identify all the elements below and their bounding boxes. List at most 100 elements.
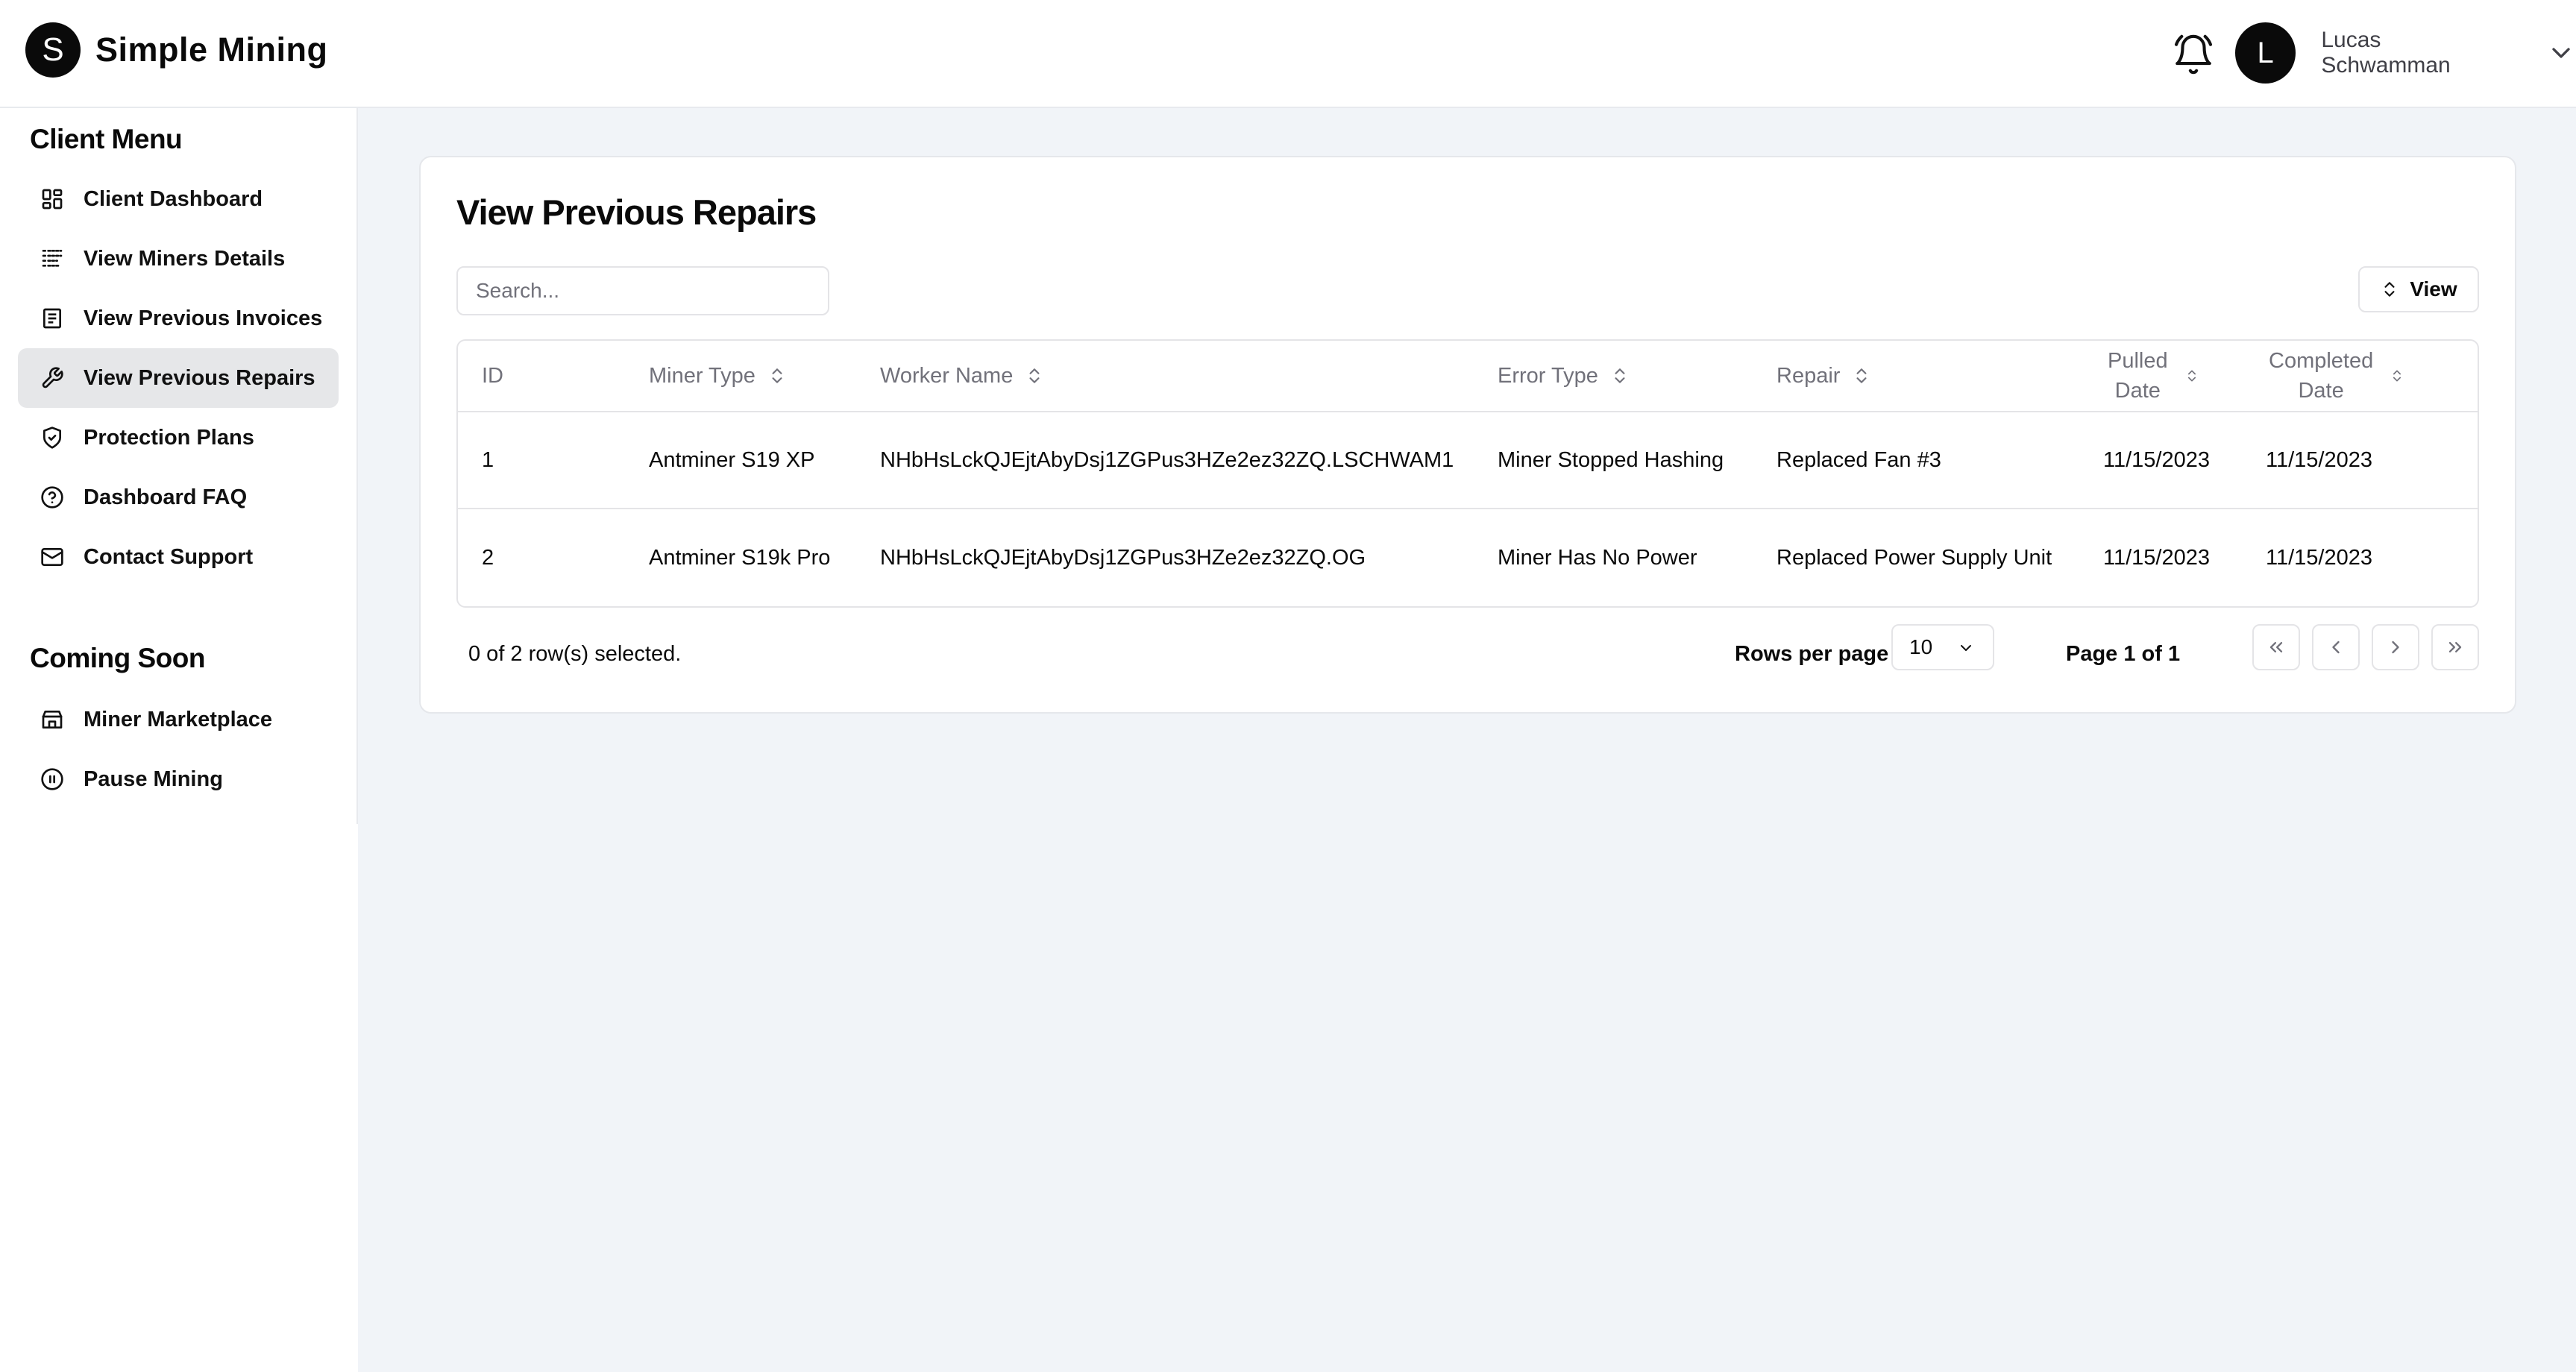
cell-pulled-date: 11/15/2023 xyxy=(2103,545,2210,570)
sort-icon[interactable] xyxy=(2390,368,2404,383)
cell-repair: Replaced Fan #3 xyxy=(1777,447,1941,472)
first-page-button[interactable] xyxy=(2252,624,2300,670)
sidebar-item-pause-mining[interactable]: Pause Mining xyxy=(18,749,339,809)
column-header-label: Worker Name xyxy=(880,363,1014,388)
main-content: View Previous Repairs View ID Miner Type xyxy=(358,108,2576,1372)
column-header-worker-name[interactable]: Worker Name xyxy=(880,341,1044,411)
dashboard-grid-icon xyxy=(40,187,64,211)
column-header-label: Completed Date xyxy=(2269,346,2373,406)
column-header-label: Repair xyxy=(1777,363,1841,388)
sidebar: Client Menu Client Dashboard View Miners… xyxy=(0,108,358,824)
previous-page-button[interactable] xyxy=(2312,624,2360,670)
sidebar-item-label: Pause Mining xyxy=(84,767,223,791)
header-line: Date xyxy=(2114,379,2161,403)
sidebar-item-label: Protection Plans xyxy=(84,425,254,450)
sort-icon[interactable] xyxy=(767,366,787,386)
chevron-right-icon xyxy=(2392,641,2399,654)
sidebar-item-previous-repairs[interactable]: View Previous Repairs xyxy=(18,348,339,408)
chevrons-up-down-icon xyxy=(2384,282,2395,297)
page-title: View Previous Repairs xyxy=(456,192,817,232)
sidebar-item-contact-support[interactable]: Contact Support xyxy=(18,527,339,587)
view-button-label: View xyxy=(2410,277,2457,300)
sort-icon[interactable] xyxy=(1852,366,1871,386)
cell-miner-type: Antminer S19k Pro xyxy=(649,545,831,570)
sidebar-item-label: View Miners Details xyxy=(84,246,286,271)
chevrons-right-icon xyxy=(2448,642,2462,652)
store-icon xyxy=(40,708,64,731)
coming-soon-title: Coming Soon xyxy=(30,643,205,673)
cell-repair: Replaced Power Supply Unit xyxy=(1777,545,2052,570)
column-header-error-type[interactable]: Error Type xyxy=(1498,341,1630,411)
chevron-left-icon xyxy=(2332,641,2340,654)
shield-check-icon xyxy=(40,426,64,450)
chevrons-left-icon xyxy=(2269,642,2283,652)
brand-name: Simple Mining xyxy=(95,31,328,69)
mail-icon xyxy=(40,545,64,569)
sidebar-item-label: Miner Marketplace xyxy=(84,707,273,731)
rows-per-page-select[interactable]: 10 xyxy=(1891,624,1994,670)
next-page-button[interactable] xyxy=(2372,624,2419,670)
column-header-label: Pulled Date xyxy=(2108,346,2168,406)
column-header-label: Error Type xyxy=(1498,363,1598,388)
sidebar-item-miners-details[interactable]: View Miners Details xyxy=(18,229,339,289)
chevron-down-icon[interactable] xyxy=(2546,38,2576,68)
top-header: S Simple Mining L Lucas Schwamman xyxy=(0,0,2576,108)
sidebar-item-label: Contact Support xyxy=(84,544,254,569)
table-row[interactable]: 1 Antminer S19 XP NHbHsLckQJEjtAbyDsj1ZG… xyxy=(458,412,2478,509)
help-circle-icon xyxy=(40,485,64,509)
wrench-icon xyxy=(40,366,64,390)
avatar: L xyxy=(2235,22,2296,84)
chevron-down-icon xyxy=(1961,645,1971,651)
page-indicator: Page 1 of 1 xyxy=(2066,642,2181,666)
cell-worker-name: NHbHsLckQJEjtAbyDsj1ZGPus3HZe2ez32ZQ.LSC… xyxy=(880,447,1454,472)
sort-icon[interactable] xyxy=(1610,366,1630,386)
rows-per-page-label: Rows per page xyxy=(1735,642,1889,666)
sidebar-item-label: View Previous Invoices xyxy=(84,306,323,330)
cell-miner-type: Antminer S19 XP xyxy=(649,447,815,472)
repairs-card: View Previous Repairs View ID Miner Type xyxy=(419,156,2516,714)
column-header-id: ID xyxy=(482,363,503,388)
last-page-button[interactable] xyxy=(2431,624,2479,670)
column-header-label: Miner Type xyxy=(649,363,755,388)
invoice-icon xyxy=(40,306,64,330)
sort-icon[interactable] xyxy=(1025,366,1044,386)
cell-completed-date: 11/15/2023 xyxy=(2266,447,2372,472)
header-line: Pulled xyxy=(2108,349,2168,373)
cell-completed-date: 11/15/2023 xyxy=(2266,545,2372,570)
user-menu[interactable]: L Lucas Schwamman xyxy=(2235,22,2576,84)
cell-pulled-date: 11/15/2023 xyxy=(2103,447,2210,472)
column-header-pulled-date[interactable]: Pulled Date xyxy=(2108,341,2199,411)
client-menu-title: Client Menu xyxy=(30,124,183,154)
sidebar-item-protection-plans[interactable]: Protection Plans xyxy=(18,408,339,468)
view-options-button[interactable]: View xyxy=(2358,266,2479,312)
logo-mark: S xyxy=(25,22,81,78)
header-line: Date xyxy=(2298,379,2344,403)
header-line: Completed xyxy=(2269,349,2374,373)
column-header-completed-date[interactable]: Completed Date xyxy=(2269,341,2404,411)
sidebar-item-client-dashboard[interactable]: Client Dashboard xyxy=(18,169,339,229)
sidebar-item-dashboard-faq[interactable]: Dashboard FAQ xyxy=(18,468,339,527)
cell-error-type: Miner Stopped Hashing xyxy=(1498,447,1724,472)
cell-id: 1 xyxy=(482,447,494,472)
table-row[interactable]: 2 Antminer S19k Pro NHbHsLckQJEjtAbyDsj1… xyxy=(458,509,2478,606)
sidebar-item-label: View Previous Repairs xyxy=(84,365,315,390)
sort-icon[interactable] xyxy=(2184,368,2199,383)
column-header-miner-type[interactable]: Miner Type xyxy=(649,341,787,411)
user-name: Lucas Schwamman xyxy=(2321,28,2451,78)
repairs-table: ID Miner Type Worker Name Error Type Rep… xyxy=(456,339,2479,608)
selection-status: 0 of 2 row(s) selected. xyxy=(468,642,682,666)
brand-logo[interactable]: S Simple Mining xyxy=(25,22,328,78)
pause-circle-icon xyxy=(40,767,64,791)
sidebar-item-label: Dashboard FAQ xyxy=(84,485,248,509)
cell-id: 2 xyxy=(482,545,494,570)
bell-icon[interactable] xyxy=(2172,33,2215,76)
list-details-icon xyxy=(40,247,64,271)
sidebar-item-miner-marketplace[interactable]: Miner Marketplace xyxy=(18,690,339,749)
column-header-repair[interactable]: Repair xyxy=(1777,341,1871,411)
cell-worker-name: NHbHsLckQJEjtAbyDsj1ZGPus3HZe2ez32ZQ.OG xyxy=(880,545,1366,570)
cell-error-type: Miner Has No Power xyxy=(1498,545,1697,570)
table-header-row: ID Miner Type Worker Name Error Type Rep… xyxy=(458,341,2478,412)
sidebar-item-label: Client Dashboard xyxy=(84,186,263,211)
search-input[interactable] xyxy=(456,266,829,315)
sidebar-item-previous-invoices[interactable]: View Previous Invoices xyxy=(18,289,339,348)
